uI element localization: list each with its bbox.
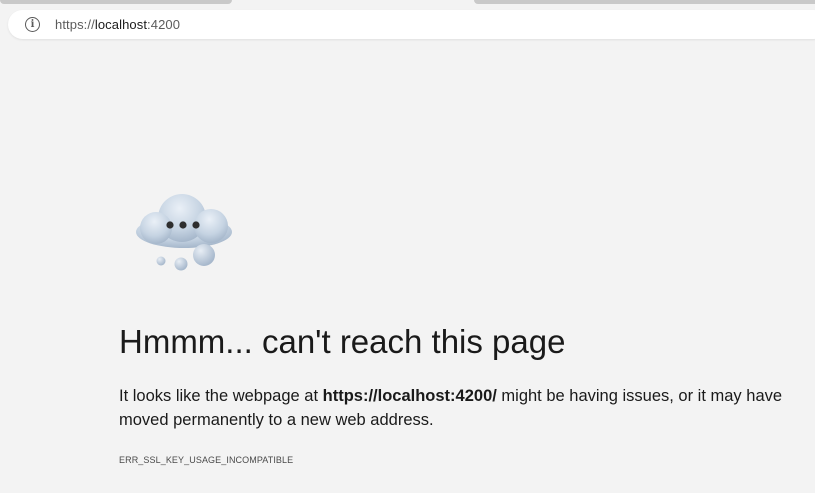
cloud-body [136, 194, 232, 248]
url-scheme: https:// [55, 17, 95, 32]
tab-right[interactable] [474, 0, 815, 4]
tab-strip [0, 0, 815, 7]
error-code: ERR_SSL_KEY_USAGE_INCOMPATIBLE [119, 455, 294, 465]
address-bar[interactable]: i https://localhost:4200 [8, 10, 815, 39]
info-icon[interactable]: i [25, 17, 40, 32]
message-url: https://localhost:4200/ [322, 387, 497, 405]
url-host: localhost [94, 17, 148, 32]
error-message: It looks like the webpage at https://loc… [119, 384, 799, 432]
url-text[interactable]: https://localhost:4200 [55, 17, 180, 32]
message-prefix: It looks like the webpage at [119, 387, 323, 405]
ellipsis-dots [166, 221, 200, 229]
page-title: Hmmm... can't reach this page [119, 323, 566, 360]
cloud-icon [136, 194, 232, 271]
url-port: :4200 [147, 17, 181, 32]
tab-left[interactable] [0, 0, 232, 4]
